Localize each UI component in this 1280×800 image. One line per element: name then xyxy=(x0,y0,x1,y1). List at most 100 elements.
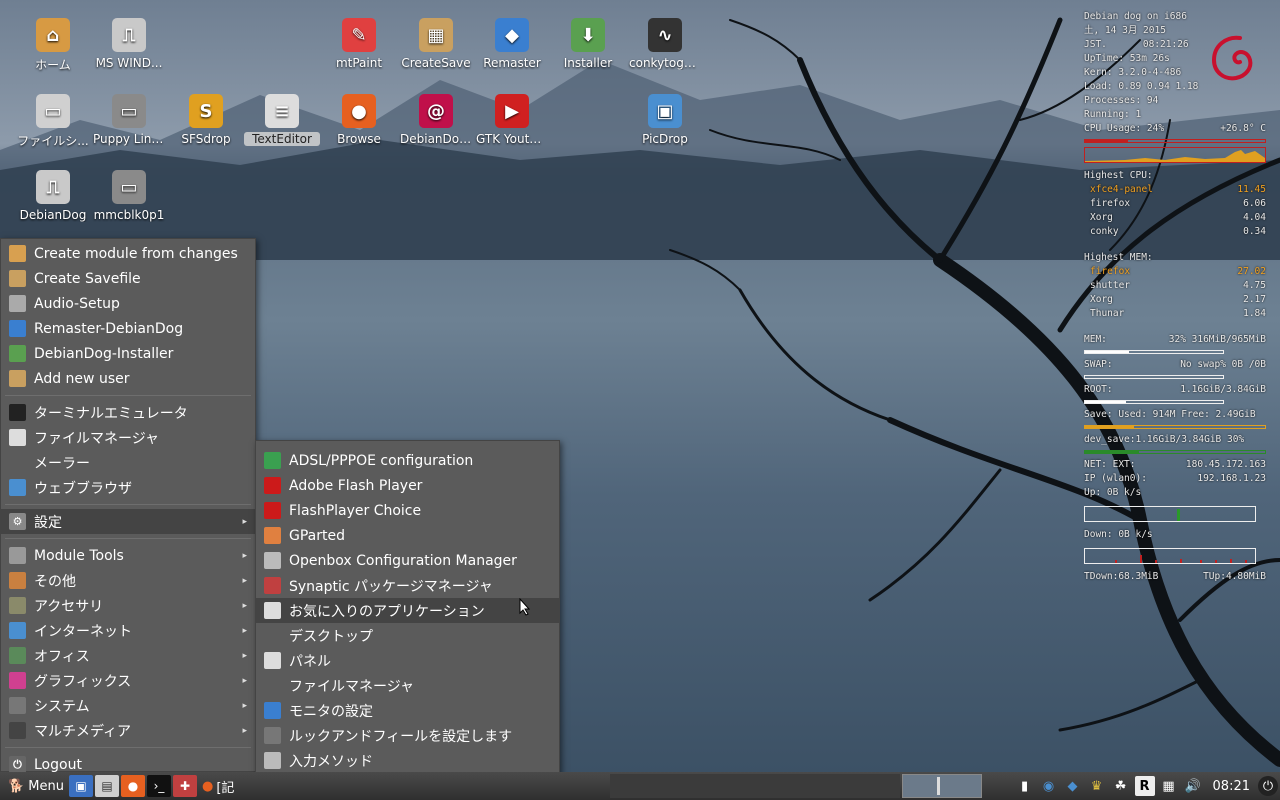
menu-item[interactable]: Audio-Setup xyxy=(1,291,255,316)
menu-item[interactable]: DebianDog-Installer xyxy=(1,341,255,366)
desktop-icon-[interactable]: ▭ ファイルシ... xyxy=(15,94,91,149)
file-manager-icon[interactable]: ▤ xyxy=(95,775,119,797)
mixer-icon xyxy=(9,295,26,312)
menu-item-label: Audio-Setup xyxy=(34,295,120,312)
show-desktop-icon[interactable]: ▣ xyxy=(69,775,93,797)
clock[interactable]: 08:21 xyxy=(1213,779,1250,794)
conky-ip: IP (wlan0): 192.168.1.23 xyxy=(1084,473,1266,484)
menu-item[interactable]: ウェブブラウザ xyxy=(1,475,255,500)
desktop-icon-picdrop[interactable]: ▣ PicDrop xyxy=(627,94,703,146)
desktop-icon-remaster[interactable]: ◆ Remaster xyxy=(474,18,550,70)
drive-icon: ▭ xyxy=(112,170,146,204)
file-manager-icon xyxy=(9,429,26,446)
menu-item[interactable]: ルックアンドフィールを設定します xyxy=(256,723,559,748)
firefox-icon[interactable]: ● xyxy=(121,775,145,797)
menu-item[interactable]: Adobe Flash Player xyxy=(256,473,559,498)
volume-icon[interactable]: 🔊 xyxy=(1183,776,1203,796)
menu-item[interactable]: その他 ▸ xyxy=(1,568,255,593)
keyboard-tray-icon[interactable]: ▦ xyxy=(1159,776,1179,796)
keyboard-icon xyxy=(264,752,281,769)
menu-item[interactable]: デスクトップ xyxy=(256,623,559,648)
desktop-icon-mmcblk0p1[interactable]: ▭ mmcblk0p1 xyxy=(91,170,167,222)
conky-upload: Up: 0B k/s xyxy=(1084,487,1142,498)
menu-item[interactable]: ファイルマネージャ xyxy=(1,425,255,450)
desktop-icon-sfsdrop[interactable]: S SFSdrop xyxy=(168,94,244,146)
menu-separator xyxy=(5,504,251,505)
conky-totals: TDown:68.3MiB TUp:4.80MiB xyxy=(1084,571,1266,582)
notepad-icon: ≡ xyxy=(265,94,299,128)
package-icon: ▦ xyxy=(419,18,453,52)
terminal-icon[interactable]: ›_ xyxy=(147,775,171,797)
menu-item[interactable]: ターミナルエミュレータ xyxy=(1,400,255,425)
menu-item[interactable]: システム ▸ xyxy=(1,693,255,718)
settings-icon: ⚙ xyxy=(9,513,26,530)
menu-item[interactable]: マルチメディア ▸ xyxy=(1,718,255,743)
desktop-icon-texteditor[interactable]: ≡ TextEditor xyxy=(244,94,320,146)
desktop-icon-gtk-youtu[interactable]: ▶ GTK Youtu... xyxy=(474,94,550,146)
menu-item-label: グラフィックス xyxy=(34,673,132,690)
main-menu: Create module from changes Create Savefil… xyxy=(0,238,256,773)
package-icon xyxy=(9,270,26,287)
paw-icon[interactable]: ☘ xyxy=(1111,776,1131,796)
menu-separator xyxy=(5,538,251,539)
workspace-pager[interactable] xyxy=(902,774,982,798)
menu-item-label: DebianDog-Installer xyxy=(34,345,174,362)
menu-item[interactable]: アクセサリ ▸ xyxy=(1,593,255,618)
desktop-icon-installer[interactable]: ⬇ Installer xyxy=(550,18,626,70)
mem-usage-bar xyxy=(1084,350,1224,354)
graphics-icon xyxy=(9,672,26,689)
menu-item[interactable]: Create Savefile xyxy=(1,266,255,291)
cpu-usage-bar xyxy=(1084,139,1266,143)
menu-item[interactable]: Synaptic パッケージマネージャ xyxy=(256,573,559,598)
desktop-icon-puppy-linu[interactable]: ▭ Puppy Linu... xyxy=(91,94,167,146)
system-icon xyxy=(9,697,26,714)
desktop-icon-debiandog[interactable]: ⎍ DebianDog xyxy=(15,170,91,222)
menu-item[interactable]: Remaster-DebianDog xyxy=(1,316,255,341)
power-icon[interactable]: ⏻ xyxy=(1258,776,1278,796)
desktop-icon-mtpaint[interactable]: ✎ mtPaint xyxy=(321,18,397,70)
r-tray-icon[interactable]: R xyxy=(1134,776,1155,796)
menu-item[interactable]: モニタの設定 xyxy=(256,698,559,723)
menu-item[interactable]: パネル xyxy=(256,648,559,673)
system-tray: ▮ ◉ ◆ ♛ ☘ R ▦ 🔊 08:21 ⏻ xyxy=(1013,772,1280,800)
menu-item[interactable]: グラフィックス ▸ xyxy=(1,668,255,693)
conky-process-row: Xorg 4.04 xyxy=(1090,212,1266,223)
menu-item[interactable]: お気に入りのアプリケーション xyxy=(256,598,559,623)
menu-item[interactable]: Module Tools ▸ xyxy=(1,543,255,568)
menu-item[interactable]: Create module from changes xyxy=(1,241,255,266)
clipboard-icon[interactable]: ▮ xyxy=(1015,776,1035,796)
update-icon[interactable]: ◆ xyxy=(1063,776,1083,796)
task-button-firefox[interactable]: ● [記 xyxy=(202,774,234,798)
menu-item[interactable]: メーラー xyxy=(1,450,255,475)
desktop-icon-[interactable]: ⌂ ホーム xyxy=(15,18,91,73)
desktop-icon-label: ホーム xyxy=(35,58,71,72)
menu-item[interactable]: Openbox Configuration Manager xyxy=(256,548,559,573)
office-icon xyxy=(9,647,26,664)
drive-icon: ▭ xyxy=(36,94,70,128)
menu-item-label: 入力メソッド xyxy=(289,753,373,770)
menu-item-settings[interactable]: ⚙ 設定 ▸ xyxy=(1,509,255,534)
blank-icon xyxy=(9,454,26,471)
menu-item[interactable]: オフィス ▸ xyxy=(1,643,255,668)
menu-item[interactable]: ファイルマネージャ xyxy=(256,673,559,698)
menu-item[interactable]: GParted xyxy=(256,523,559,548)
desktop-icon-debiandog[interactable]: @ DebianDog... xyxy=(398,94,474,146)
menu-item[interactable]: 入力メソッド xyxy=(256,748,559,773)
flash-icon xyxy=(264,477,281,494)
menu-item[interactable]: インターネット ▸ xyxy=(1,618,255,643)
desktop-icon-browse[interactable]: ● Browse xyxy=(321,94,397,146)
desktop-icon-label: PicDrop xyxy=(642,132,688,146)
network-tray-icon[interactable]: ◉ xyxy=(1039,776,1059,796)
menu-item[interactable]: ADSL/PPPOE configuration xyxy=(256,448,559,473)
desktop-icon-ms-wind[interactable]: ⎍ MS WIND... xyxy=(91,18,167,70)
crown-icon[interactable]: ♛ xyxy=(1087,776,1107,796)
menu-button-label: Menu xyxy=(28,778,64,794)
conky-running: Running: 1 xyxy=(1084,109,1142,120)
menu-item[interactable]: FlashPlayer Choice xyxy=(256,498,559,523)
desktop-icon-createsave[interactable]: ▦ CreateSave xyxy=(398,18,474,70)
start-menu-button[interactable]: 🐕 Menu xyxy=(0,774,68,798)
puzzle-icon[interactable]: ✚ xyxy=(173,775,197,797)
desktop-icon-conkytoggle[interactable]: ∿ conkytoggle xyxy=(627,18,703,70)
menu-item[interactable]: Add new user xyxy=(1,366,255,391)
compass-icon xyxy=(9,479,26,496)
